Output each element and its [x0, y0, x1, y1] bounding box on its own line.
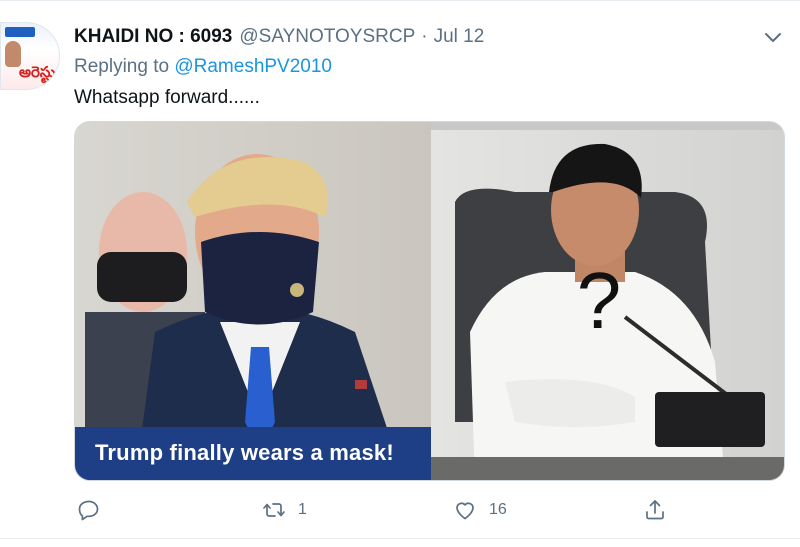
- top-divider: [0, 0, 800, 1]
- reply-icon: [78, 500, 99, 521]
- chevron-down-icon: [765, 33, 781, 42]
- replying-to: Replying to @RameshPV2010: [74, 56, 332, 78]
- heart-icon: [456, 502, 474, 520]
- like-count: 16: [489, 501, 507, 518]
- tweet-media[interactable]: ? Trump finally wears a mask!: [74, 121, 785, 481]
- share-icon: [646, 500, 664, 520]
- avatar-text: అరెస్టు: [19, 63, 56, 81]
- separator-dot: ·: [421, 26, 428, 47]
- media-caption: Trump finally wears a mask!: [95, 440, 394, 465]
- user-handle[interactable]: @SAYNOTOYSRCP: [239, 26, 415, 48]
- tweet-text: Whatsapp forward......: [74, 87, 260, 108]
- retweet-button[interactable]: 1: [262, 496, 307, 524]
- media-image: ?: [75, 122, 784, 480]
- tweet-actions: 1 16: [0, 496, 800, 524]
- tweet-header: KHAIDI NO : 6093 @SAYNOTOYSRCP · Jul 12: [74, 26, 484, 50]
- bottom-divider: [0, 538, 800, 539]
- avatar[interactable]: అరెస్టు: [0, 22, 60, 90]
- display-name[interactable]: KHAIDI NO : 6093: [74, 26, 232, 48]
- tweet-date[interactable]: Jul 12: [434, 26, 485, 48]
- like-button[interactable]: 16: [453, 496, 507, 524]
- question-mark-overlay: ?: [577, 256, 622, 345]
- reply-mention-link[interactable]: @RameshPV2010: [174, 56, 332, 77]
- avatar-banner: [5, 27, 35, 37]
- retweet-count: 1: [298, 501, 307, 518]
- retweet-icon: [263, 503, 285, 517]
- reply-button[interactable]: [77, 496, 101, 524]
- reply-prefix: Replying to: [74, 56, 170, 77]
- share-button[interactable]: [643, 496, 667, 524]
- more-options-button[interactable]: [762, 26, 784, 48]
